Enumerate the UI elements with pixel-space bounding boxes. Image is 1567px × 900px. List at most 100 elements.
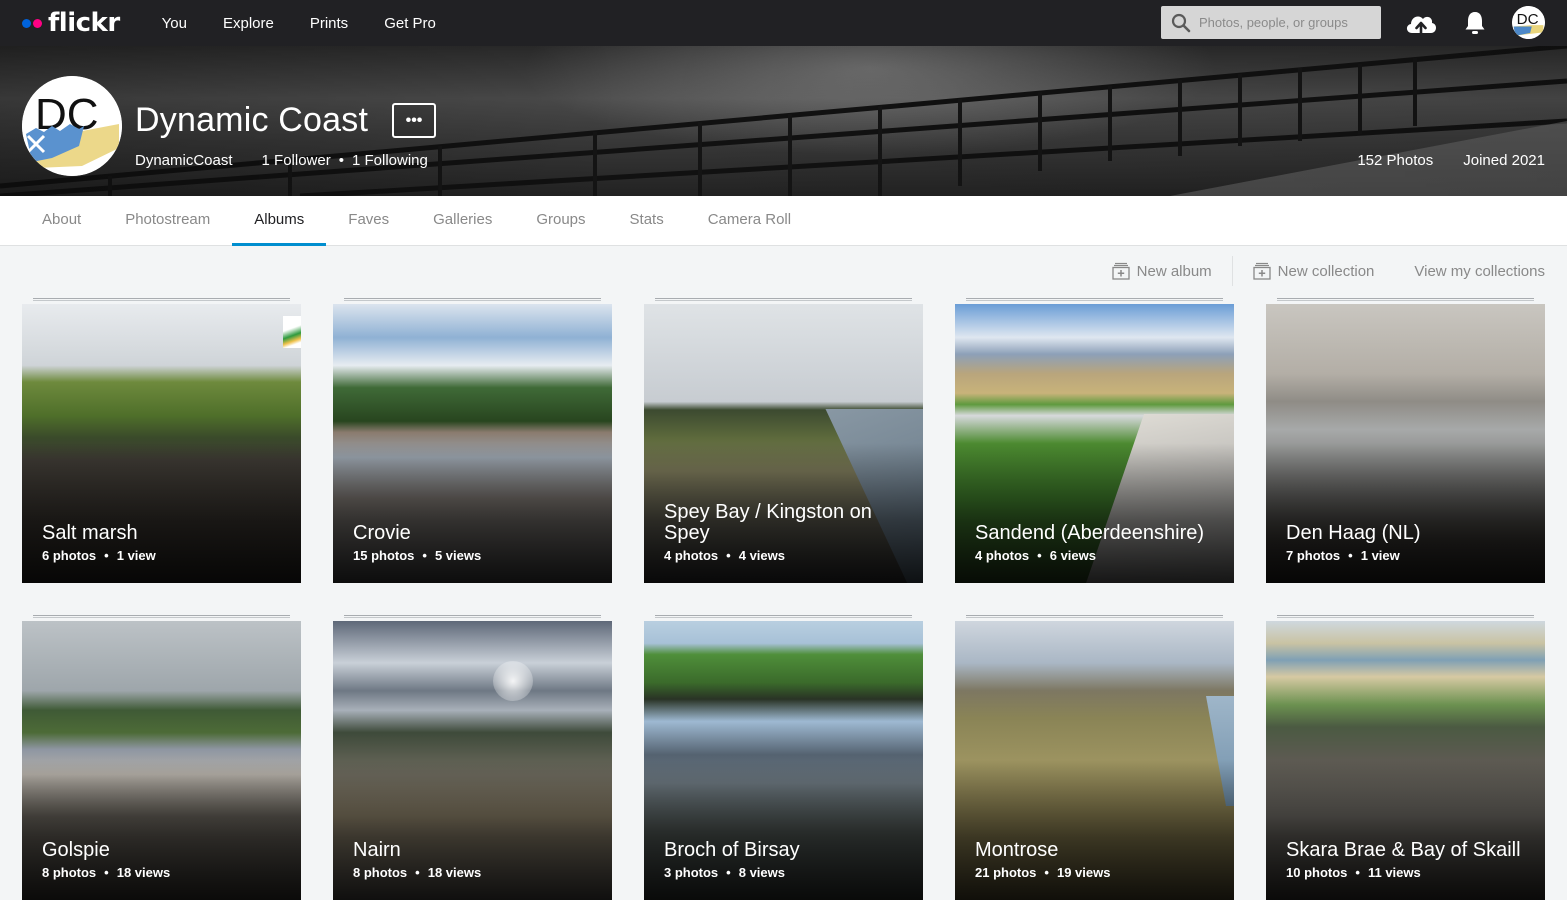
album-card[interactable]: Sandend (Aberdeenshire) 4 photos • 6 views [955, 298, 1234, 583]
album-meta: 8 photos • 18 views [353, 865, 596, 880]
search-box[interactable] [1161, 6, 1381, 39]
album-title[interactable]: Montrose [975, 840, 1218, 861]
album-info: Salt marsh 6 photos • 1 view [42, 523, 285, 564]
tab-albums[interactable]: Albums [232, 196, 327, 246]
album-title[interactable]: Salt marsh [42, 523, 285, 544]
album-title[interactable]: Den Haag (NL) [1286, 523, 1529, 544]
flickr-logo[interactable]: flickr [22, 10, 120, 36]
tab-photostream[interactable]: Photostream [103, 196, 232, 245]
album-cover-image[interactable]: Sandend (Aberdeenshire) 4 photos • 6 views [955, 304, 1234, 583]
search-input[interactable] [1199, 15, 1369, 30]
album-stack-edge [1277, 298, 1534, 301]
album-card[interactable]: Nairn 8 photos • 18 views [333, 615, 612, 900]
new-collection-button[interactable]: New collection [1253, 262, 1375, 280]
album-title[interactable]: Broch of Birsay [664, 840, 907, 861]
tab-faves[interactable]: Faves [326, 196, 411, 245]
new-album-button[interactable]: New album [1111, 262, 1212, 280]
logo-blue-dot [22, 18, 31, 28]
photo-corner-thumbnail [283, 316, 301, 348]
tab-galleries[interactable]: Galleries [411, 196, 514, 245]
album-info: Spey Bay / Kingston on Spey 4 photos • 4 v… [664, 502, 907, 564]
user-avatar[interactable]: DC [1512, 6, 1545, 39]
nav-link-get-pro[interactable]: Get Pro [384, 15, 436, 32]
nav-link-explore[interactable]: Explore [223, 15, 274, 32]
nav-link-you[interactable]: You [162, 15, 187, 32]
main-nav-links: You Explore Prints Get Pro [144, 15, 454, 32]
album-title[interactable]: Crovie [353, 523, 596, 544]
album-cover-image[interactable]: Crovie 15 photos • 5 views [333, 304, 612, 583]
album-title[interactable]: Skara Brae & Bay of Skaill [1286, 840, 1529, 861]
album-cover-image[interactable]: Den Haag (NL) 7 photos • 1 view [1266, 304, 1545, 583]
album-stack-edge [966, 298, 1223, 301]
album-cover-image[interactable]: Spey Bay / Kingston on Spey 4 photos • 4 v… [644, 304, 923, 583]
meta-dot: • [104, 865, 109, 880]
album-info: Crovie 15 photos • 5 views [353, 523, 596, 564]
notification-bell-icon[interactable] [1464, 10, 1486, 36]
album-stack-edge [344, 615, 601, 618]
album-info: Nairn 8 photos • 18 views [353, 840, 596, 881]
tab-about[interactable]: About [20, 196, 103, 245]
meta-dot: • [726, 548, 731, 563]
album-meta: 3 photos • 8 views [664, 865, 907, 880]
meta-dot: • [415, 865, 420, 880]
album-cover-image[interactable]: Salt marsh 6 photos • 1 view [22, 304, 301, 583]
logo-pink-dot [33, 18, 42, 28]
meta-dot: • [1044, 865, 1049, 880]
album-photo-count: 21 photos [975, 865, 1037, 880]
album-cover-image[interactable]: Broch of Birsay 3 photos • 8 views [644, 621, 923, 900]
album-photo-count: 8 photos [42, 865, 97, 880]
album-stack-edge [966, 615, 1223, 618]
album-actions: New album New collection View my collect… [1111, 256, 1545, 286]
followers-link[interactable]: 1 Follower [262, 152, 331, 169]
album-title[interactable]: Golspie [42, 840, 285, 861]
profile-meta: DynamicCoast 1 Follower • 1 Following [135, 152, 428, 169]
album-card[interactable]: Salt marsh 6 photos • 1 view [22, 298, 301, 583]
album-card[interactable]: Broch of Birsay 3 photos • 8 views [644, 615, 923, 900]
album-photo-count: 7 photos [1286, 548, 1341, 563]
tab-camera-roll[interactable]: Camera Roll [686, 196, 813, 245]
more-options-button[interactable]: ••• [392, 103, 436, 138]
albums-grid: Salt marsh 6 photos • 1 view Crovie 15 pho… [22, 298, 1545, 900]
album-photo-count: 4 photos [975, 548, 1030, 563]
logo-wordmark: flickr [48, 8, 120, 38]
album-cover-image[interactable]: Montrose 21 photos • 19 views [955, 621, 1234, 900]
search-icon[interactable] [1171, 13, 1191, 33]
album-view-count: 1 view [1360, 548, 1400, 563]
photos-count: 152 Photos [1357, 152, 1434, 169]
upload-cloud-icon[interactable] [1404, 9, 1438, 37]
dc-logo-icon: DC [22, 76, 122, 176]
album-title[interactable]: Nairn [353, 840, 596, 861]
album-stack-edge [344, 298, 601, 301]
profile-avatar[interactable]: DC [22, 76, 122, 176]
album-title[interactable]: Sandend (Aberdeenshire) [975, 523, 1218, 544]
album-meta: 8 photos • 18 views [42, 865, 285, 880]
new-collection-label: New collection [1277, 262, 1375, 280]
album-card[interactable]: Crovie 15 photos • 5 views [333, 298, 612, 583]
album-card[interactable]: Montrose 21 photos • 19 views [955, 615, 1234, 900]
album-card[interactable]: Spey Bay / Kingston on Spey 4 photos • 4 v… [644, 298, 923, 583]
album-meta: 6 photos • 1 view [42, 548, 285, 563]
album-view-count: 18 views [116, 865, 171, 880]
album-card[interactable]: Golspie 8 photos • 18 views [22, 615, 301, 900]
album-cover-image[interactable]: Nairn 8 photos • 18 views [333, 621, 612, 900]
dc-logo-icon: DC [1512, 6, 1545, 39]
album-title[interactable]: Spey Bay / Kingston on Spey [664, 502, 907, 544]
profile-tabs: About Photostream Albums Faves Galleries… [0, 196, 1567, 246]
profile-name: Dynamic Coast [135, 101, 369, 139]
album-card[interactable]: Skara Brae & Bay of Skaill 10 photos • 11 … [1266, 615, 1545, 900]
meta-dot: • [726, 865, 731, 880]
following-link[interactable]: 1 Following [352, 152, 428, 169]
tab-groups[interactable]: Groups [514, 196, 607, 245]
album-cover-image[interactable]: Golspie 8 photos • 18 views [22, 621, 301, 900]
profile-cover-banner: DC Dynamic Coast ••• DynamicCoast 1 Foll… [0, 46, 1567, 196]
view-my-collections-link[interactable]: View my collections [1414, 263, 1545, 280]
album-info: Den Haag (NL) 7 photos • 1 view [1286, 523, 1529, 564]
album-view-count: 6 views [1049, 548, 1096, 563]
album-view-count: 18 views [427, 865, 482, 880]
album-cover-image[interactable]: Skara Brae & Bay of Skaill 10 photos • 11 … [1266, 621, 1545, 900]
nav-link-prints[interactable]: Prints [310, 15, 348, 32]
album-card[interactable]: Den Haag (NL) 7 photos • 1 view [1266, 298, 1545, 583]
new-album-icon [1111, 262, 1130, 280]
album-stack-edge [33, 298, 290, 301]
tab-stats[interactable]: Stats [608, 196, 686, 245]
